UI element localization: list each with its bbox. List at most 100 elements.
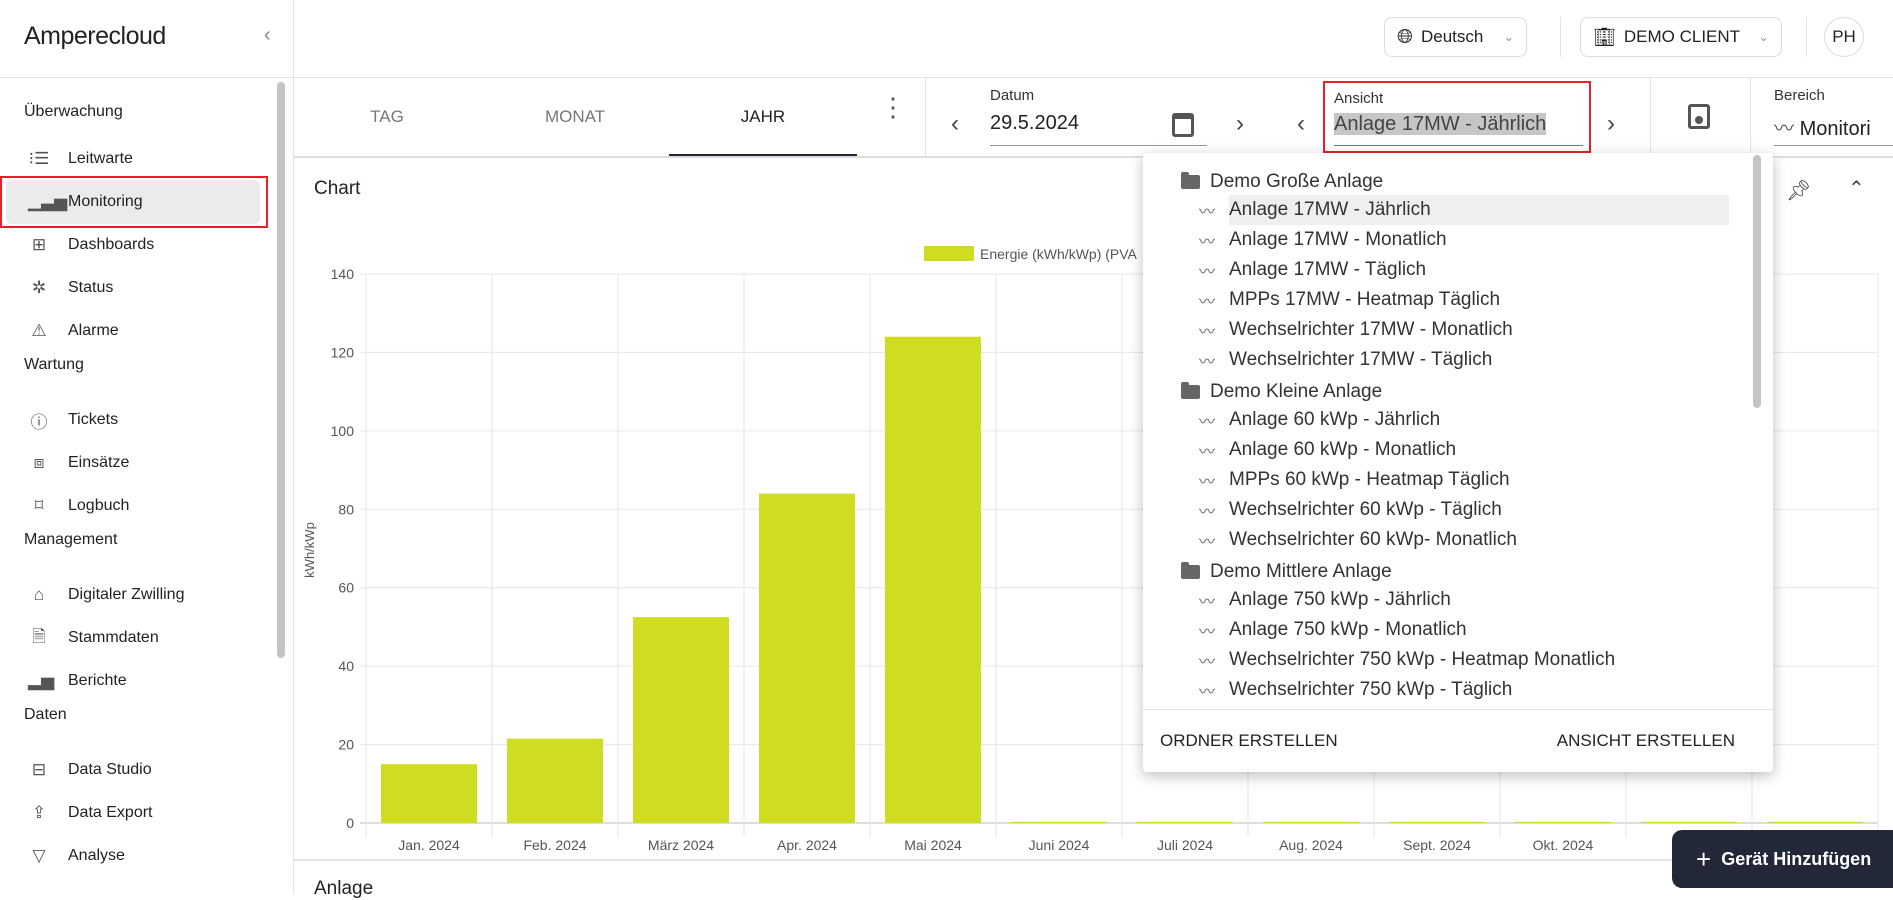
divider <box>1560 17 1561 57</box>
bug-icon: ✲ <box>31 278 47 297</box>
sidebar-item-dashboards[interactable]: ⊞ Dashboards <box>6 223 260 267</box>
x-tick-label: Juli 2024 <box>1157 837 1213 853</box>
sidebar-item-alarme[interactable]: ⚠︎ Alarme <box>6 309 260 353</box>
sidebar-item-label: Dashboards <box>68 236 155 253</box>
divider <box>925 77 926 157</box>
client-label: DEMO CLIENT <box>1623 27 1741 46</box>
dropdown-scrollbar[interactable] <box>1753 155 1761 408</box>
bar <box>1137 821 1233 823</box>
sidebar-item-tickets[interactable]: ⓘ Tickets <box>6 398 260 442</box>
sidebar-item-label: Analyse <box>68 847 125 864</box>
client-select[interactable]: 🏢︎ DEMO CLIENT ⌄ <box>1580 17 1782 57</box>
toolbox-icon: ⧈ <box>33 453 45 472</box>
view-option[interactable]: 〰︎ Wechselrichter 17MW - Monatlich <box>1199 315 1729 345</box>
view-option[interactable]: 〰︎ Wechselrichter 60 kWp- Monatlich <box>1199 525 1729 555</box>
view-option[interactable]: 〰︎ MPPs 17MW - Heatmap Täglich <box>1199 285 1729 315</box>
app-logo[interactable]: Amperecloud <box>24 22 166 51</box>
sidebar-item-stammdaten[interactable]: 🗎︎ Stammdaten <box>6 616 260 660</box>
sidebar-item-label: Status <box>68 279 114 296</box>
pin-icon[interactable]: 📌︎ <box>1786 178 1811 203</box>
collapse-sidebar-icon[interactable]: ‹ <box>264 24 271 47</box>
add-device-button[interactable]: + Gerät Hinzufügen <box>1672 830 1893 888</box>
folder-item[interactable]: Demo Kleine Anlage <box>1181 381 1382 403</box>
collapse-up-icon[interactable]: ⌃ <box>1848 176 1865 201</box>
view-input[interactable]: Anlage 17MW - Jährlich <box>1334 113 1583 146</box>
sidebar-item-label: Data Export <box>68 804 153 821</box>
view-option-label: Wechselrichter 17MW - Monatlich <box>1229 319 1513 340</box>
view-option[interactable]: 〰︎ Anlage 750 kWp - Jährlich <box>1199 585 1729 615</box>
folder-label: Demo Mittlere Anlage <box>1210 561 1392 582</box>
card-divider <box>294 859 1893 861</box>
upload-icon: ⇪ <box>31 803 47 822</box>
sidebar-item-status[interactable]: ✲ Status <box>6 266 260 310</box>
y-tick-label: 20 <box>338 737 354 753</box>
tab-tag[interactable]: TAG <box>293 77 481 157</box>
chevron-down-icon: ⌄ <box>1758 29 1769 44</box>
create-folder-button[interactable]: ORDNER ERSTELLEN <box>1160 731 1338 751</box>
view-option[interactable]: 〰︎ Anlage 60 kWp - Jährlich <box>1199 405 1729 435</box>
x-tick-label: Juni 2024 <box>1029 837 1090 853</box>
date-label: Datum <box>990 87 1035 104</box>
y-tick-label: 80 <box>338 501 354 517</box>
view-option[interactable]: 〰︎ Wechselrichter 750 kWp - Täglich <box>1199 675 1729 705</box>
tab-monat[interactable]: MONAT <box>481 77 669 157</box>
date-next-icon[interactable]: › <box>1236 110 1244 138</box>
sidebar-item-label: Leitwarte <box>68 150 133 167</box>
sidebar-item-data-export[interactable]: ⇪ Data Export <box>6 791 260 835</box>
divider <box>1806 17 1807 57</box>
view-option[interactable]: 〰︎ Anlage 17MW - Jährlich <box>1199 195 1729 225</box>
view-option[interactable]: 〰︎ Wechselrichter 750 kWp - Heatmap Monat… <box>1199 645 1729 675</box>
folder-icon <box>1181 562 1200 579</box>
tab-jahr[interactable]: JAHR <box>669 77 857 157</box>
trend-icon: 〰︎ <box>1199 624 1216 641</box>
create-view-button[interactable]: ANSICHT ERSTELLEN <box>1557 731 1735 751</box>
sidebar-item-label: Logbuch <box>68 497 130 514</box>
chart-card-title: Chart <box>314 178 361 199</box>
view-option-label: MPPs 60 kWp - Heatmap Täglich <box>1229 469 1510 490</box>
date-prev-icon[interactable]: ‹ <box>951 110 959 138</box>
trend-icon: 〰︎ <box>1199 654 1216 671</box>
area-select[interactable]: 〰︎ Monitori <box>1774 112 1893 146</box>
alert-circle-icon: ⓘ <box>30 412 48 432</box>
folder-icon <box>1181 172 1200 189</box>
sidebar-item-label: Alarme <box>68 322 119 339</box>
view-option[interactable]: 〰︎ Wechselrichter 17MW - Täglich <box>1199 345 1729 375</box>
view-option[interactable]: 〰︎ Anlage 17MW - Täglich <box>1199 255 1729 285</box>
sidebar-item-digitaler-zwilling[interactable]: ⌂ Digitaler Zwilling <box>6 573 260 617</box>
sidebar-item-logbuch[interactable]: ⌑ Logbuch <box>6 484 260 528</box>
calendar-icon[interactable] <box>1172 113 1194 137</box>
view-option[interactable]: 〰︎ MPPs 60 kWp - Heatmap Täglich <box>1199 465 1729 495</box>
x-tick-label: Okt. 2024 <box>1533 837 1594 853</box>
view-prev-icon[interactable]: ‹ <box>1297 110 1305 138</box>
area-label: Bereich <box>1774 87 1825 104</box>
folder-item[interactable]: Demo Große Anlage <box>1181 171 1383 193</box>
view-option[interactable]: 〰︎ Anlage 17MW - Monatlich <box>1199 225 1729 255</box>
trend-icon: 〰︎ <box>1199 324 1216 341</box>
sidebar-item-analyse[interactable]: ▽ Analyse <box>6 834 260 878</box>
sidebar-item-data-studio[interactable]: ⊟ Data Studio <box>6 748 260 792</box>
save-icon[interactable] <box>1688 104 1710 129</box>
y-tick-label: 0 <box>346 815 354 831</box>
bar <box>1767 821 1863 823</box>
sidebar-item-leitwarte[interactable]: ⁝☰ Leitwarte <box>6 137 260 181</box>
folder-label: Demo Große Anlage <box>1210 171 1384 192</box>
sidebar-scrollbar[interactable] <box>277 82 285 658</box>
x-tick-label: Jan. 2024 <box>398 837 460 853</box>
user-avatar[interactable]: PH <box>1824 17 1864 57</box>
grid-icon: ⊞ <box>31 235 47 254</box>
x-tick-label: März 2024 <box>648 837 714 853</box>
sidebar-item-einsätze[interactable]: ⧈ Einsätze <box>6 441 260 485</box>
sidebar-item-label: Data Studio <box>68 761 152 778</box>
more-options-icon[interactable]: ⋮ <box>880 94 906 120</box>
view-option[interactable]: 〰︎ Anlage 750 kWp - Monatlich <box>1199 615 1729 645</box>
document-icon: 🗎︎ <box>32 626 46 646</box>
language-select[interactable]: 🌐︎ Deutsch ⌄ <box>1384 17 1528 57</box>
x-tick-label: Feb. 2024 <box>523 837 586 853</box>
view-option[interactable]: 〰︎ Anlage 60 kWp - Monatlich <box>1199 435 1729 465</box>
folder-item[interactable]: Demo Mittlere Anlage <box>1181 561 1392 583</box>
warning-icon: ⚠︎ <box>31 321 47 340</box>
view-option[interactable]: 〰︎ Wechselrichter 60 kWp - Täglich <box>1199 495 1729 525</box>
trend-icon: 〰︎ <box>1199 204 1216 221</box>
view-next-icon[interactable]: › <box>1607 110 1615 138</box>
sidebar-item-berichte[interactable]: ▂▅ Berichte <box>6 659 260 703</box>
